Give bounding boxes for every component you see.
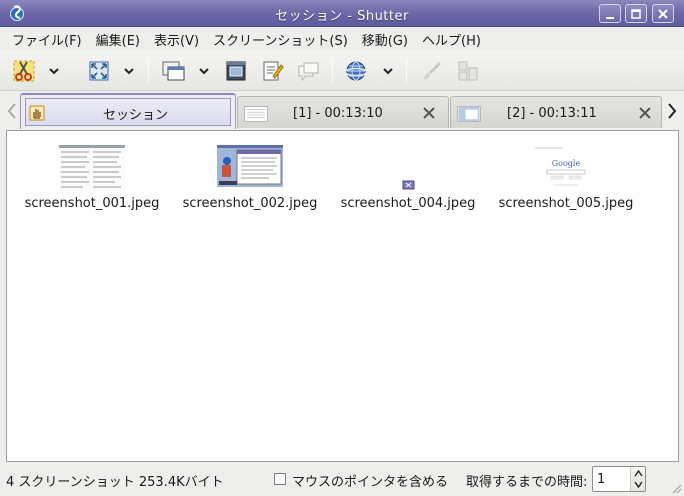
screenshot-item[interactable]: screenshot_002.jpeg: [171, 145, 329, 211]
paintbrush-icon: [423, 62, 441, 80]
chevron-down-icon: [383, 68, 393, 75]
tab-session-label: セッション: [103, 108, 169, 123]
menu-bar: ファイル(F) 編集(E) 表示(V) スクリーンショット(S) 移動(G) ヘ…: [0, 27, 684, 51]
delay-spinbutton[interactable]: 1: [592, 466, 646, 492]
section-capture-button[interactable]: [222, 58, 250, 84]
session-icon-view[interactable]: screenshot_001.jpeg screenshot_002.jpeg …: [6, 130, 679, 462]
include-pointer-label[interactable]: マウスのポインタを含める: [292, 471, 448, 490]
chevron-down-icon: [199, 68, 209, 75]
tab-thumbnail: [457, 106, 481, 122]
maximize-icon: [631, 8, 641, 19]
menu-capture-button[interactable]: [258, 58, 286, 84]
screenshot-item[interactable]: Google screenshot_005.jpeg: [487, 145, 645, 211]
minimize-button[interactable]: [599, 4, 621, 23]
tab-label: [1] - 00:13:10: [293, 106, 383, 121]
status-bar: 4 スクリーンショット 253.4Kバイト マウスのポインタを含める 取得するま…: [0, 463, 684, 496]
minimize-icon: [606, 16, 614, 19]
web-globe-icon: [344, 61, 368, 81]
edit-button: [418, 58, 446, 84]
toolbar-separator: [406, 59, 407, 83]
full-screen-menu-button[interactable]: [121, 58, 137, 84]
delay-value[interactable]: 1: [597, 472, 605, 487]
screenshot-filename: screenshot_002.jpeg: [182, 196, 318, 211]
tab-screenshot-1[interactable]: [1] - 00:13:10: [237, 96, 449, 128]
web-capture-button[interactable]: [342, 58, 370, 84]
spin-up-icon[interactable]: [634, 470, 643, 477]
tab-thumbnail: [244, 106, 268, 122]
title-bar[interactable]: セッション - Shutter: [0, 0, 684, 27]
close-window-button[interactable]: [652, 4, 674, 23]
menu-file[interactable]: ファイル(F): [5, 30, 89, 49]
toolbar-separator: [332, 59, 333, 83]
screenshot-filename: screenshot_004.jpeg: [340, 196, 476, 211]
screenshot-item[interactable]: screenshot_001.jpeg: [13, 145, 171, 211]
tab-session[interactable]: セッション: [20, 93, 236, 129]
full-screen-button[interactable]: [86, 58, 112, 84]
toolbar: [0, 51, 684, 91]
selection-menu-button[interactable]: [46, 58, 62, 84]
menu-view[interactable]: 表示(V): [147, 30, 206, 49]
delay-spin-buttons[interactable]: [630, 467, 645, 491]
screenshot-thumbnail[interactable]: [217, 145, 283, 187]
section-capture-icon: [226, 61, 246, 81]
menu-screenshot[interactable]: スクリーンショット(S): [206, 30, 355, 49]
toolbar-separator: [148, 59, 149, 83]
screenshot-filename: screenshot_005.jpeg: [498, 196, 634, 211]
delay-label: 取得するまでの時間:: [466, 475, 588, 490]
selection-button[interactable]: [10, 58, 38, 84]
screenshot-filename: screenshot_001.jpeg: [24, 196, 160, 211]
web-menu-button[interactable]: [380, 58, 396, 84]
close-icon: [658, 8, 668, 19]
svg-text:Google: Google: [552, 159, 581, 168]
window-title: セッション - Shutter: [275, 9, 409, 24]
tab-bar: セッション [1] - 00:13:10 [2] - 00:13:11: [0, 92, 684, 130]
close-tab-icon[interactable]: [422, 106, 436, 120]
screenshot-item[interactable]: screenshot_004.jpeg: [329, 145, 487, 211]
window-menu-button[interactable]: [196, 58, 212, 84]
chevron-left-icon: [7, 103, 16, 119]
tooltip-capture-icon: [298, 62, 319, 82]
screenshot-thumbnail[interactable]: Google: [533, 145, 599, 191]
chevron-down-icon: [124, 68, 134, 75]
window-capture-button[interactable]: [160, 58, 188, 84]
window-capture-icon: [162, 61, 185, 81]
resize-grip-icon[interactable]: [670, 482, 682, 494]
tab-screenshot-2[interactable]: [2] - 00:13:11: [450, 96, 662, 128]
include-pointer-checkbox[interactable]: [274, 473, 286, 485]
tab-label: [2] - 00:13:11: [507, 106, 597, 121]
menu-capture-icon: [263, 61, 284, 81]
tooltip-capture-button[interactable]: [294, 58, 322, 84]
close-tab-icon[interactable]: [638, 106, 652, 120]
tab-scroll-left[interactable]: [5, 100, 19, 122]
chevron-right-icon: [668, 103, 677, 119]
maximize-button[interactable]: [625, 4, 647, 23]
screenshot-thumbnail[interactable]: [59, 145, 125, 191]
menu-edit[interactable]: 編集(E): [89, 30, 147, 49]
export-icon: [458, 61, 478, 81]
menu-help[interactable]: ヘルプ(H): [415, 30, 488, 49]
export-button: [454, 58, 482, 84]
session-hand-icon: [29, 105, 45, 121]
tab-scroll-right[interactable]: [665, 100, 679, 122]
spin-down-icon[interactable]: [634, 481, 643, 488]
chevron-down-icon: [49, 68, 59, 75]
status-summary: 4 スクリーンショット 253.4Kバイト: [6, 475, 224, 490]
menu-go[interactable]: 移動(G): [355, 30, 415, 49]
fullscreen-icon: [89, 61, 109, 81]
selection-scissors-icon: [13, 60, 35, 82]
screenshot-thumbnail[interactable]: [375, 145, 441, 191]
